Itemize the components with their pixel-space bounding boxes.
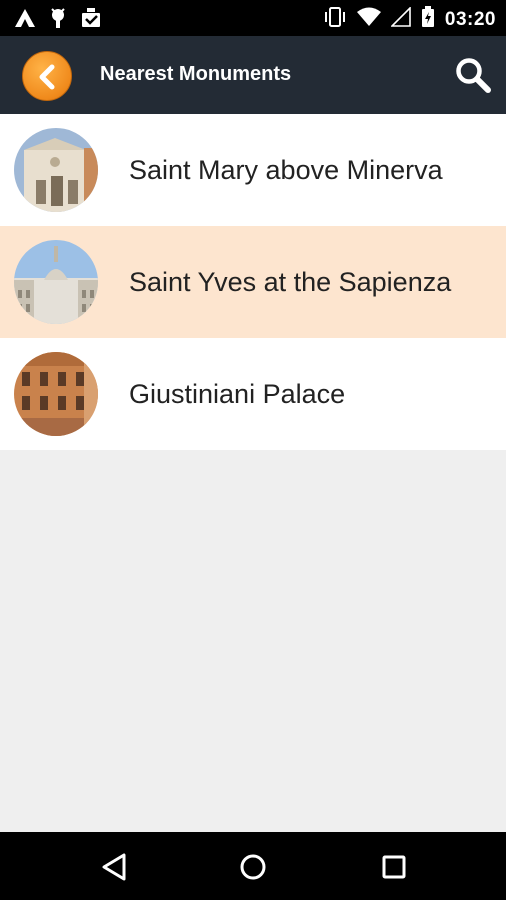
monument-item-giustiniani[interactable]: Giustiniani Palace <box>0 338 506 450</box>
nav-back-button[interactable] <box>98 850 132 884</box>
app-notification-icon <box>14 8 36 33</box>
monument-label: Saint Yves at the Sapienza <box>129 267 452 297</box>
monument-item-saint-yves[interactable]: Saint Yves at the Sapienza <box>0 226 506 338</box>
monument-label: Giustiniani Palace <box>129 379 346 409</box>
download-done-icon <box>80 7 102 34</box>
wifi-icon <box>356 7 381 32</box>
back-button[interactable] <box>22 51 72 101</box>
monument-item-saint-mary[interactable]: Saint Mary above Minerva <box>0 114 506 226</box>
monument-thumbnail <box>14 240 98 324</box>
status-bar: 03:20 <box>0 0 506 36</box>
page-title: Nearest Monuments <box>100 63 292 85</box>
search-icon <box>454 58 492 98</box>
monument-thumbnail <box>14 352 98 436</box>
battery-icon <box>421 6 435 33</box>
back-triangle-icon <box>98 853 132 888</box>
search-button[interactable] <box>454 56 492 94</box>
home-circle-icon <box>236 854 270 888</box>
nav-home-button[interactable] <box>236 850 270 884</box>
vibrate-icon <box>323 6 347 33</box>
monument-label: Saint Mary above Minerva <box>129 155 443 185</box>
recents-square-icon <box>377 855 411 888</box>
android-debug-icon <box>48 7 68 34</box>
monument-thumbnail <box>14 128 98 212</box>
signal-icon <box>389 6 411 32</box>
system-nav-bar <box>0 832 506 900</box>
app-bar: Nearest Monuments <box>0 36 506 114</box>
nav-recents-button[interactable] <box>377 850 411 884</box>
status-time: 03:20 <box>444 8 496 30</box>
monument-list: Saint Mary above Minerva Saint Yves at t… <box>0 114 506 450</box>
